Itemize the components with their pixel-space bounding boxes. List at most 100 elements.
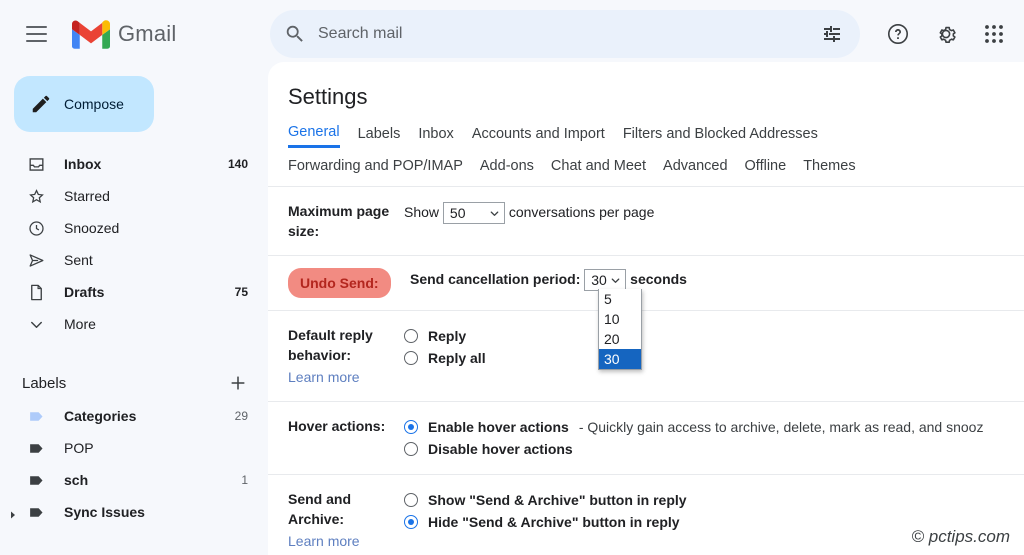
sidebar-item-drafts[interactable]: Drafts 75 [0, 276, 268, 308]
top-bar-actions [876, 10, 1016, 58]
sidebar-item-starred[interactable]: Starred [0, 180, 268, 212]
nav-list: Inbox 140 Starred Snoozed [0, 148, 268, 340]
dropdown-option-5[interactable]: 5 [599, 289, 641, 309]
radio-hide-send-archive[interactable] [404, 515, 418, 529]
tab-offline[interactable]: Offline [745, 158, 787, 180]
sidebar-label-sync-issues[interactable]: Sync Issues [0, 496, 268, 528]
chevron-down-icon [610, 275, 621, 286]
radio-row-reply-all[interactable]: Reply all [404, 347, 1024, 369]
gmail-settings-page: Gmail [0, 0, 1024, 555]
page-title: Settings [268, 62, 1024, 110]
radio-row-show-send-archive[interactable]: Show "Send & Archive" button in reply [404, 489, 1024, 511]
sidebar-label-count: 29 [235, 409, 248, 423]
sidebar-item-sent[interactable]: Sent [0, 244, 268, 276]
dropdown-option-20[interactable]: 20 [599, 329, 641, 349]
tab-add-ons[interactable]: Add-ons [480, 158, 534, 180]
sidebar-label-count: 1 [241, 473, 248, 487]
sidebar-label-text: Sync Issues [64, 504, 248, 520]
tab-inbox[interactable]: Inbox [418, 126, 453, 148]
sidebar-item-count: 140 [228, 157, 248, 171]
search-options-icon[interactable] [820, 22, 844, 46]
setting-label-max-page-size: Maximum page size: [288, 201, 404, 241]
tab-general[interactable]: General [288, 124, 340, 148]
settings-gear-icon[interactable] [924, 12, 968, 56]
radio-show-send-archive[interactable] [404, 493, 418, 507]
sidebar-label-text: POP [64, 440, 248, 456]
sidebar-item-label: Snoozed [64, 220, 248, 236]
settings-tabs-row-2: Forwarding and POP/IMAP Add-ons Chat and… [268, 148, 1024, 186]
hover-actions-description: - Quickly gain access to archive, delete… [579, 416, 984, 438]
send-icon [26, 250, 46, 270]
tab-forwarding-and-pop-imap[interactable]: Forwarding and POP/IMAP [288, 158, 463, 180]
undo-send-suffix: seconds [630, 271, 687, 287]
dropdown-option-30[interactable]: 30 [599, 349, 641, 369]
sidebar-label-text: sch [64, 472, 241, 488]
settings-tabs-row-1: General Labels Inbox Accounts and Import… [268, 124, 1024, 148]
sidebar-label-sch[interactable]: sch 1 [0, 464, 268, 496]
search-bar[interactable] [270, 10, 860, 58]
radio-enable-hover-actions[interactable] [404, 420, 418, 434]
labels-header: Labels [0, 366, 268, 400]
max-page-size-prefix: Show [404, 204, 439, 220]
learn-more-link-default-reply[interactable]: Learn more [288, 367, 404, 387]
radio-label-enable-hover-actions: Enable hover actions [428, 416, 569, 438]
inbox-icon [26, 154, 46, 174]
sidebar-item-inbox[interactable]: Inbox 140 [0, 148, 268, 180]
send-and-archive-label-text: Send and Archive: [288, 491, 351, 527]
gmail-logo-icon [72, 20, 110, 49]
star-icon [26, 186, 46, 206]
sidebar-item-label: Starred [64, 188, 248, 204]
help-icon[interactable] [876, 12, 920, 56]
brand-name: Gmail [118, 21, 176, 47]
setting-field-default-reply-behavior: Reply Reply all [404, 325, 1024, 387]
dropdown-option-10[interactable]: 10 [599, 309, 641, 329]
tab-advanced[interactable]: Advanced [663, 158, 728, 180]
google-apps-grid-icon[interactable] [972, 12, 1016, 56]
page-size-select[interactable]: 50 [443, 202, 505, 224]
top-bar: Gmail [0, 0, 1024, 68]
radio-reply-all[interactable] [404, 351, 418, 365]
tab-filters-and-blocked-addresses[interactable]: Filters and Blocked Addresses [623, 126, 818, 148]
undo-send-badge: Undo Send: [288, 268, 391, 298]
chevron-right-icon[interactable] [8, 507, 18, 517]
radio-row-disable-hover-actions[interactable]: Disable hover actions [404, 438, 1024, 460]
sidebar-item-count: 75 [235, 285, 248, 299]
max-page-size-suffix: conversations per page [509, 204, 655, 220]
sidebar-item-snoozed[interactable]: Snoozed [0, 212, 268, 244]
compose-button[interactable]: Compose [14, 76, 154, 132]
setting-field-max-page-size: Show 50 conversations per page [404, 201, 1024, 241]
sidebar-item-label: Sent [64, 252, 248, 268]
radio-label-show-send-archive: Show "Send & Archive" button in reply [428, 489, 687, 511]
setting-label-hover-actions: Hover actions: [288, 416, 404, 460]
sidebar-label-pop[interactable]: POP [0, 432, 268, 464]
sidebar-item-more[interactable]: More [0, 308, 268, 340]
clock-icon [26, 218, 46, 238]
tab-labels[interactable]: Labels [358, 126, 401, 148]
tab-chat-and-meet[interactable]: Chat and Meet [551, 158, 646, 180]
page-size-value: 50 [450, 202, 466, 224]
sidebar-item-label: More [64, 316, 248, 332]
undo-send-dropdown-list[interactable]: 5 10 20 30 [598, 289, 642, 370]
radio-row-enable-hover-actions[interactable]: Enable hover actions - Quickly gain acce… [404, 416, 1024, 438]
tab-themes[interactable]: Themes [803, 158, 855, 180]
learn-more-link-send-and-archive[interactable]: Learn more [288, 531, 404, 551]
radio-row-reply[interactable]: Reply [404, 325, 1024, 347]
pencil-icon [30, 93, 52, 115]
settings-tabs: General Labels Inbox Accounts and Import… [268, 124, 1024, 187]
plus-icon[interactable] [228, 373, 248, 393]
label-icon [26, 470, 46, 490]
sidebar: Compose Inbox 140 Starred [0, 68, 268, 555]
tab-accounts-and-import[interactable]: Accounts and Import [472, 126, 605, 148]
setting-row-undo-send: Undo Send: Send cancellation period: 30 … [268, 256, 1024, 311]
radio-label-reply: Reply [428, 325, 466, 347]
sidebar-label-categories[interactable]: Categories 29 [0, 400, 268, 432]
radio-disable-hover-actions[interactable] [404, 442, 418, 456]
sidebar-item-label: Drafts [64, 284, 235, 300]
hamburger-icon[interactable] [14, 12, 58, 56]
radio-reply[interactable] [404, 329, 418, 343]
brand: Gmail [72, 20, 176, 49]
settings-panel: Settings General Labels Inbox Accounts a… [268, 62, 1024, 555]
undo-send-select[interactable]: 30 [584, 269, 626, 291]
search-input[interactable] [318, 25, 820, 43]
labels-list: Categories 29 POP sch 1 [0, 400, 268, 528]
